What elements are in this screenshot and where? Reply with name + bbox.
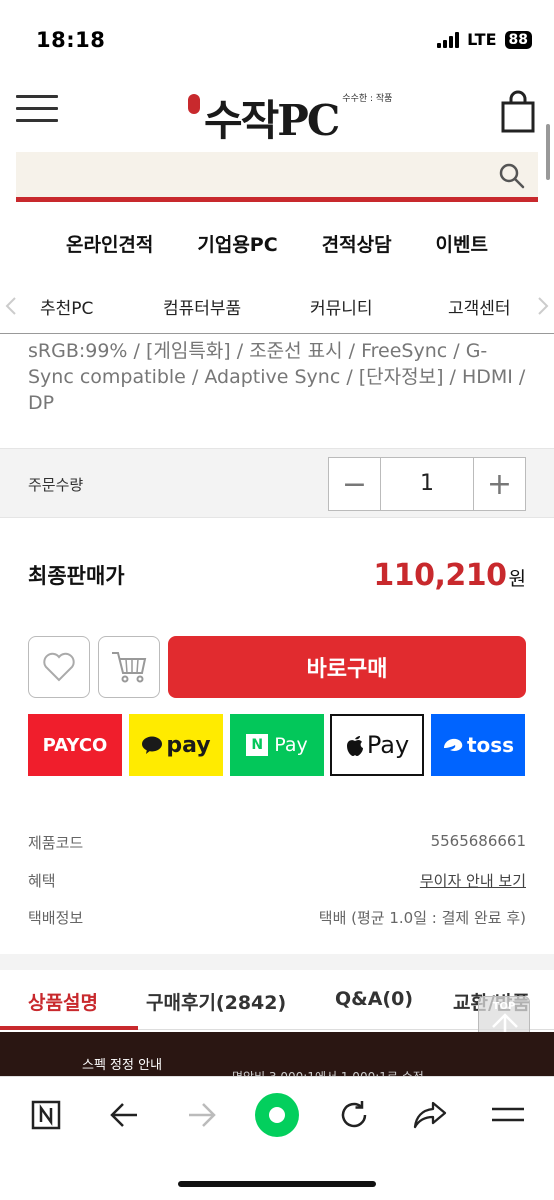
tab-product-description[interactable]: 상품설명 [28,988,98,1015]
delivery-value: 택배 (평균 1.0일 : 결제 완료 후) [318,909,526,927]
payco-pay-button[interactable]: PAYCO [28,714,122,776]
wishlist-button[interactable] [28,636,90,698]
network-type: LTE [467,30,497,49]
signal-strength-icon [437,31,460,48]
forward-arrow-icon [189,1103,216,1127]
quantity-stepper: − 1 + [328,457,526,511]
product-code-label: 제품코드 [28,834,84,852]
forward-button[interactable] [178,1091,226,1139]
chevron-left-icon[interactable] [4,296,18,316]
banner-text: 명암비 3,000:1에서 1,000:1로 수정 [232,1068,424,1076]
naver-n-icon: N [246,734,269,756]
final-price: 110,210 원 [373,558,526,593]
toss-label: toss [466,733,515,757]
product-spec-text: sRGB:99% / [게임특화] / 조준선 표시 / FreeSync / … [28,340,526,414]
main-navigation: 온라인견적 기업용PC 견적상담 이벤트 [0,230,554,257]
search-icon[interactable] [498,162,526,190]
kakao-pay-label: pay [166,732,211,758]
product-tabs: 상품설명 구매후기(2842) Q&A(0) 교환/반품 [0,970,554,1030]
logo-subtext: 수수한 : 작품 [342,94,393,104]
toss-logo-icon [443,738,463,751]
search-bar [16,152,538,202]
subnav-recommended-pc[interactable]: 추천PC [40,294,93,319]
heart-icon [43,652,75,682]
product-code-value: 5565686661 [430,832,526,850]
tab-reviews[interactable]: 구매후기(2842) [146,988,286,1015]
nav-online-quote[interactable]: 온라인견적 [66,230,153,257]
quantity-value[interactable]: 1 [381,458,473,510]
back-arrow-icon [110,1103,137,1127]
status-time: 18:18 [36,28,106,52]
benefit-label: 혜택 [28,872,56,890]
chevron-right-icon[interactable] [536,296,550,316]
apple-logo-icon [346,736,363,756]
apple-pay-button[interactable]: Pay [330,714,424,776]
section-divider [0,954,554,970]
naver-pay-label: Pay [274,734,308,756]
toss-pay-button[interactable]: toss [431,714,525,776]
quantity-minus-button[interactable]: − [329,458,381,510]
status-indicators: LTE 88 [437,30,532,49]
green-home-dot-icon [255,1093,299,1137]
delivery-label: 택배정보 [28,909,84,927]
share-button[interactable] [406,1091,454,1139]
nav-quote-consult[interactable]: 견적상담 [322,230,392,257]
back-button[interactable] [100,1091,148,1139]
scrollbar[interactable] [546,124,550,180]
kakao-pay-button[interactable]: pay [129,714,223,776]
active-tab-indicator [0,1026,138,1030]
browser-menu-button[interactable] [484,1091,532,1139]
price-unit: 원 [508,568,526,590]
quantity-section: 주문수량 − 1 + [0,448,554,518]
benefit-value: 무이자 안내 보기 [420,870,526,891]
kakao-bubble-icon [142,736,163,754]
naver-home-button[interactable] [22,1091,70,1139]
subnav-computer-parts[interactable]: 컴퓨터부품 [163,294,241,319]
quantity-plus-button[interactable]: + [473,458,525,510]
subnav-community[interactable]: 커뮤니티 [310,294,373,319]
refresh-button[interactable] [330,1091,378,1139]
hamburger-menu-button[interactable] [16,95,58,127]
battery-level: 88 [504,30,532,49]
final-price-label: 최종판매가 [28,564,125,588]
subnav-customer-center[interactable]: 고객센터 [448,294,511,319]
interest-free-info-link[interactable]: 무이자 안내 보기 [420,872,526,890]
nav-business-pc[interactable]: 기업용PC [197,230,277,257]
shopping-bag-icon [501,90,535,133]
share-icon [413,1101,447,1129]
add-to-cart-button[interactable] [98,636,160,698]
browser-bottom-bar [0,1076,554,1200]
shopping-bag-button[interactable] [500,90,536,134]
price-value: 110,210 [373,558,507,593]
search-input[interactable] [16,152,486,197]
product-detail-banner: 스펙 정정 안내 명암비 3,000:1에서 1,000:1로 수정 [0,1032,554,1076]
payco-label: PAYCO [42,734,108,756]
sub-navigation: 추천PC 컴퓨터부품 커뮤니티 고객센터 [0,278,554,334]
banner-title: 스펙 정정 안내 [82,1058,163,1073]
apple-pay-label: Pay [366,731,410,759]
buy-now-button[interactable]: 바로구매 [168,636,526,698]
cart-icon [112,652,147,683]
logo-mark-icon [188,94,200,114]
naver-n-icon [31,1100,61,1130]
hamburger-menu-icon [16,95,58,98]
tab-qna[interactable]: Q&A(0) [335,988,413,1010]
site-logo[interactable]: 수작PC 수수한 : 작품 [188,78,392,148]
quantity-label: 주문수량 [28,476,84,494]
naver-pay-button[interactable]: N Pay [230,714,324,776]
nav-event[interactable]: 이벤트 [436,230,488,257]
menu-icon [492,1107,524,1122]
logo-text: 수작PC [204,96,340,145]
green-home-button[interactable] [253,1091,301,1139]
refresh-icon [341,1101,367,1128]
home-indicator[interactable] [178,1181,376,1187]
